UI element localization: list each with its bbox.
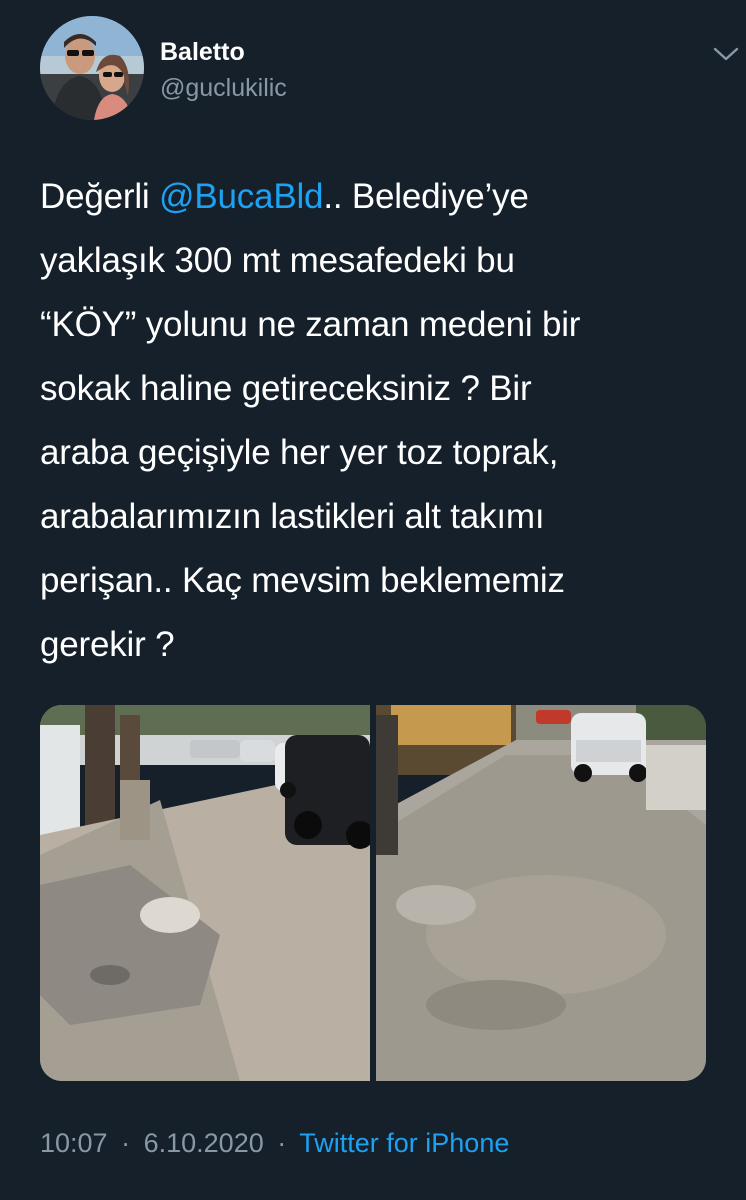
tweet-text-segment: yaklaşık 300 mt mesafedeki bu bbox=[40, 241, 515, 280]
tweet-text-segment: “KÖY” yolunu ne zaman medeni bir bbox=[40, 305, 581, 344]
tweet-text-line: araba geçişiyle her yer toz toprak, bbox=[40, 421, 710, 485]
meta-separator: · bbox=[277, 1128, 287, 1158]
author-name[interactable]: Baletto bbox=[160, 38, 245, 67]
tweet-text: Değerli @BucaBld.. Belediye’ye yaklaşık 3… bbox=[40, 165, 710, 677]
tweet-text-segment: Değerli bbox=[40, 177, 160, 216]
street-photo-1[interactable] bbox=[40, 705, 370, 1081]
tweet-text-line: arabalarımızın lastikleri alt takımı bbox=[40, 485, 710, 549]
profile-photo-icon bbox=[40, 16, 144, 120]
tweet-text-line: yaklaşık 300 mt mesafedeki bu bbox=[40, 229, 710, 293]
tweet-date[interactable]: 6.10.2020 bbox=[144, 1128, 264, 1158]
tweet-time[interactable]: 10:07 bbox=[40, 1128, 108, 1158]
tweet-meta: 10:07 · 6.10.2020 · Twitter for iPhone bbox=[40, 1128, 509, 1159]
street-photo-2[interactable] bbox=[376, 705, 706, 1081]
tweet-text-segment: gerekir ? bbox=[40, 625, 175, 664]
meta-separator: · bbox=[121, 1128, 131, 1158]
tweet-text-line: Değerli @BucaBld.. Belediye’ye bbox=[40, 165, 710, 229]
tweet-header: Baletto @guclukilic bbox=[40, 16, 739, 120]
tweet-text-line: perişan.. Kaç mevsim beklememiz bbox=[40, 549, 710, 613]
tweet-text-line: sokak haline getireceksiniz ? Bir bbox=[40, 357, 710, 421]
tweet-text-segment: .. Belediye’ye bbox=[323, 177, 529, 216]
tweet-text-line: “KÖY” yolunu ne zaman medeni bir bbox=[40, 293, 710, 357]
chevron-down-icon[interactable] bbox=[710, 42, 742, 66]
tweet-text-segment: araba geçişiyle her yer toz toprak, bbox=[40, 433, 559, 472]
tweet-text-line: gerekir ? bbox=[40, 613, 710, 677]
tweet-source-link[interactable]: Twitter for iPhone bbox=[299, 1128, 509, 1158]
avatar[interactable] bbox=[40, 16, 144, 120]
media-grid bbox=[40, 705, 706, 1081]
tweet-text-segment: perişan.. Kaç mevsim beklememiz bbox=[40, 561, 565, 600]
author-handle[interactable]: @guclukilic bbox=[160, 74, 287, 103]
tweet-text-segment: sokak haline getireceksiniz ? Bir bbox=[40, 369, 532, 408]
mention-link[interactable]: @BucaBld bbox=[159, 177, 323, 216]
tweet-text-segment: arabalarımızın lastikleri alt takımı bbox=[40, 497, 545, 536]
